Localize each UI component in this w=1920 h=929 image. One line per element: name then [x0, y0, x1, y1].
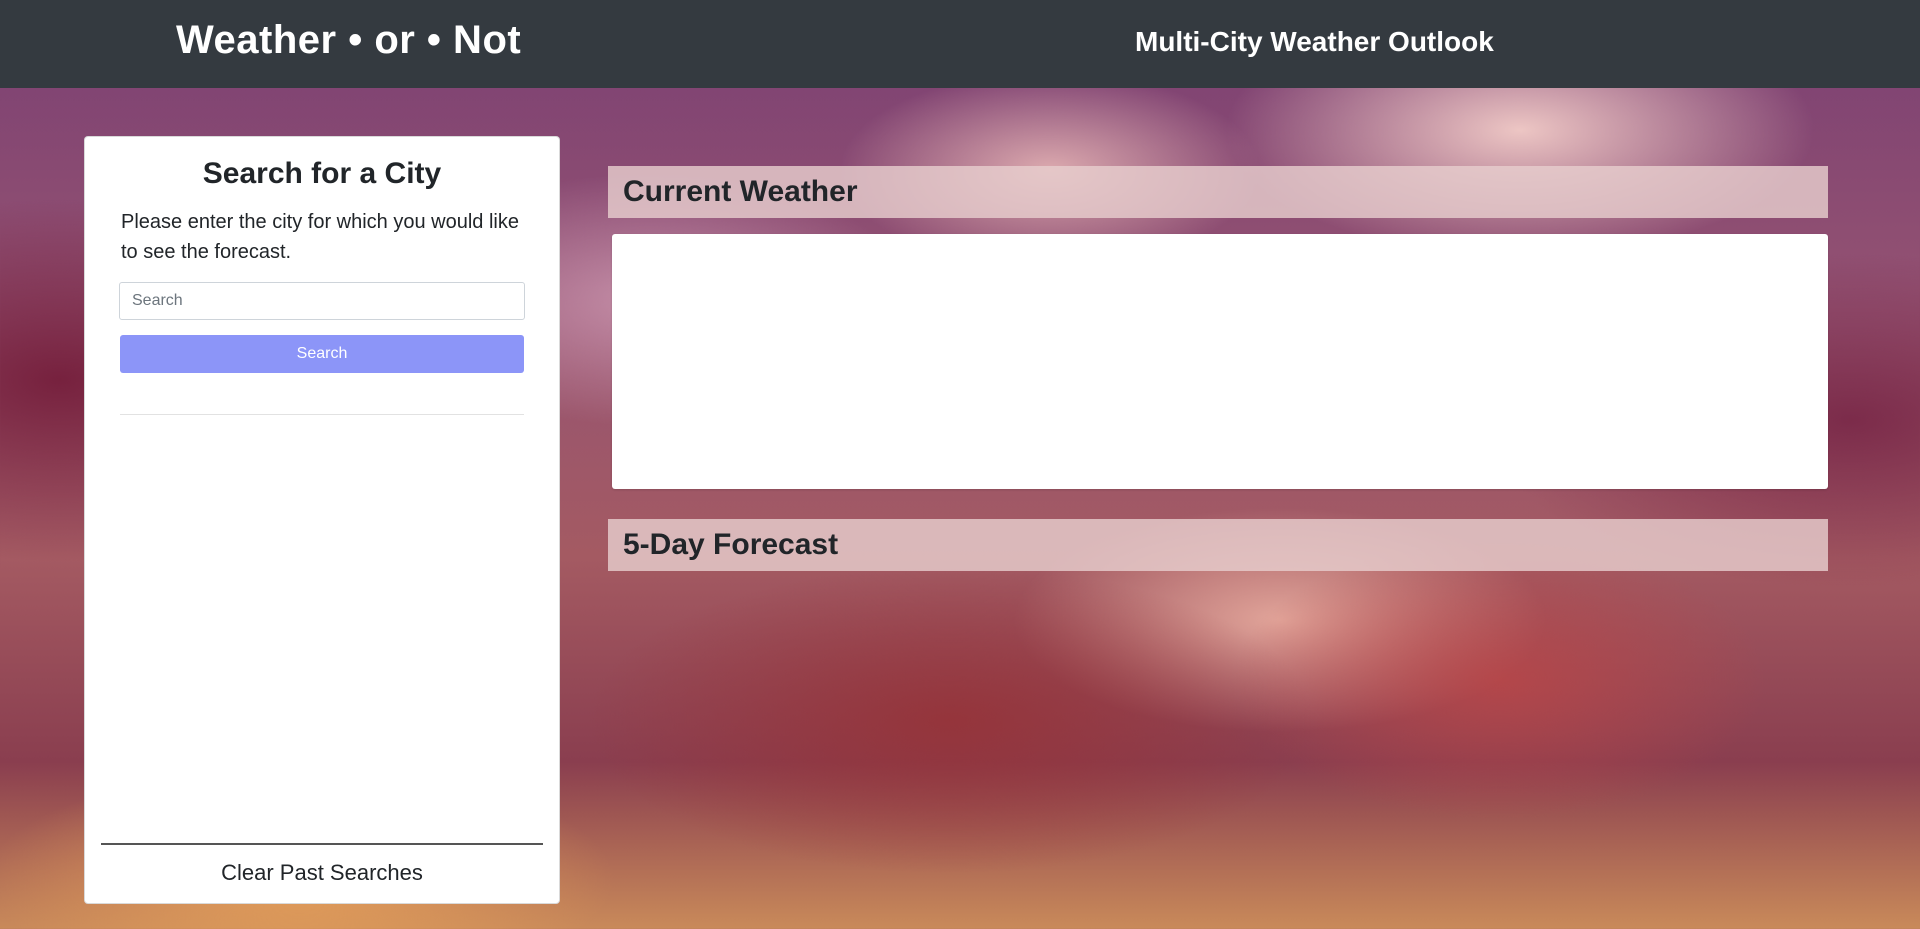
- search-panel: Search for a City Please enter the city …: [84, 136, 560, 904]
- current-weather-card: [612, 234, 1828, 489]
- bottom-divider: [101, 843, 543, 845]
- page-title: Multi-City Weather Outlook: [1135, 26, 1494, 57]
- clear-past-searches-button[interactable]: Clear Past Searches: [101, 853, 543, 893]
- search-button[interactable]: Search: [120, 335, 524, 373]
- city-search-input[interactable]: [119, 282, 525, 320]
- search-panel-description: Please enter the city for which you woul…: [121, 211, 519, 263]
- forecast-header: 5-Day Forecast: [608, 519, 1828, 571]
- search-panel-title: Search for a City: [202, 157, 442, 190]
- brand-logo-text[interactable]: Weather • or • Not: [176, 18, 521, 63]
- navbar: Weather • or • Not Multi-City Weather Ou…: [0, 0, 1920, 88]
- current-weather-header: Current Weather: [608, 166, 1828, 218]
- panel-divider: [120, 414, 524, 415]
